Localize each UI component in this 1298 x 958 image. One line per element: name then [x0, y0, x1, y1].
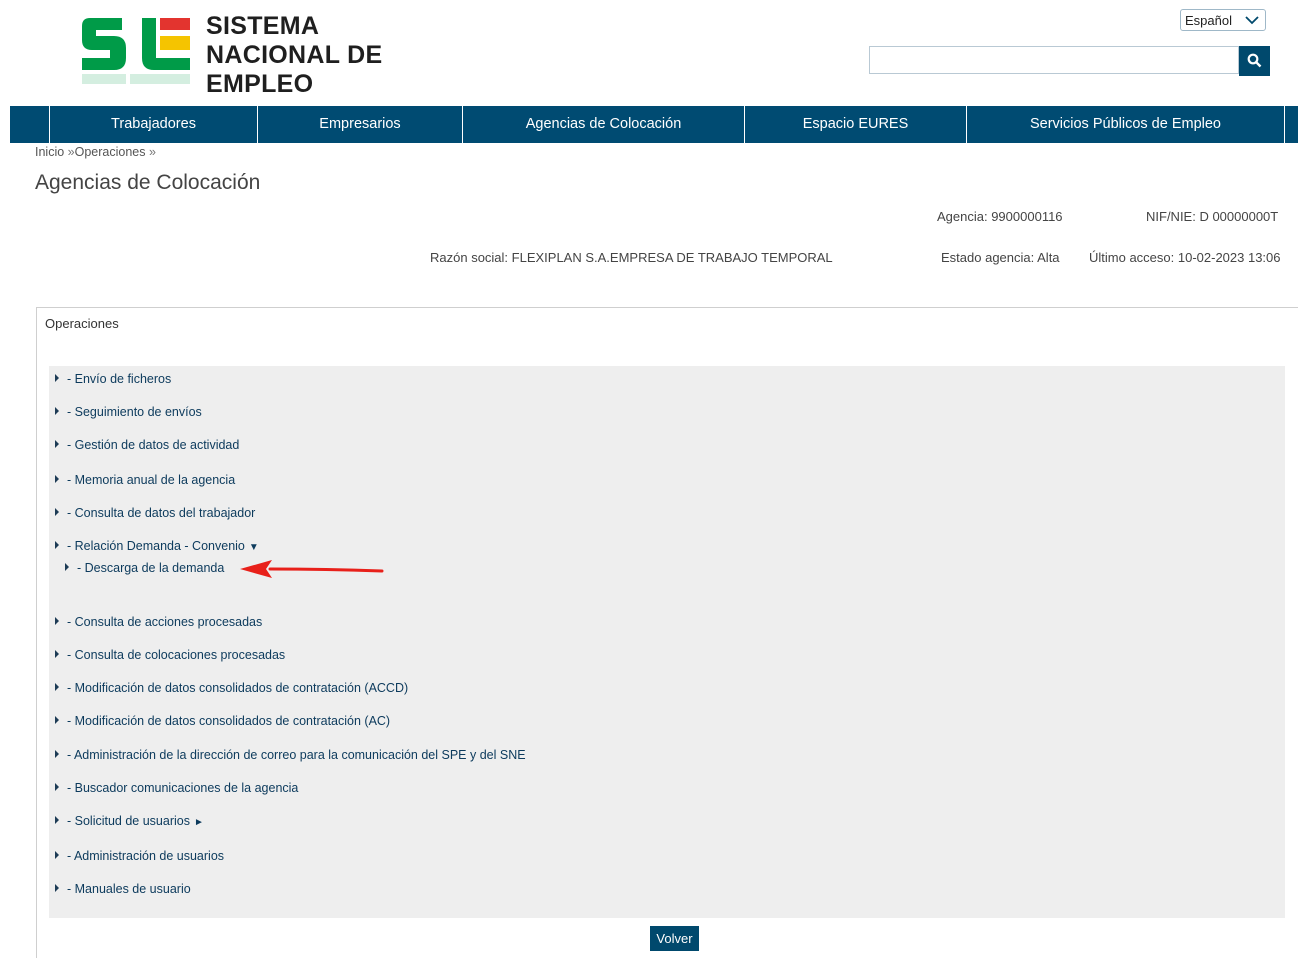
- breadcrumb-operaciones[interactable]: Operaciones: [75, 145, 146, 159]
- agency-ultimo-acceso: Último acceso: 10-02-2023 13:06: [1089, 250, 1281, 265]
- agency-id: Agencia: 9900000116: [937, 209, 1063, 224]
- caret-right-icon: [55, 617, 59, 625]
- search-input[interactable]: [869, 46, 1239, 74]
- sne-logo-mark: [82, 18, 190, 70]
- breadcrumb-separator: »: [145, 145, 156, 159]
- caret-right-icon: [55, 475, 59, 483]
- sne-logo[interactable]: SISTEMA NACIONAL DE EMPLEO: [78, 12, 478, 98]
- nav-spacer: [10, 106, 50, 143]
- op-administracion-usuarios[interactable]: - Administración de usuarios: [55, 849, 224, 863]
- logo-reflection: [78, 74, 478, 96]
- nav-item-eures[interactable]: Espacio EURES: [745, 106, 967, 143]
- volver-button[interactable]: Volver: [650, 926, 699, 951]
- caret-right-icon: [55, 683, 59, 691]
- caret-right-icon: [55, 541, 59, 549]
- op-manuales-usuario[interactable]: - Manuales de usuario: [55, 882, 191, 896]
- agency-razon-social: Razón social: FLEXIPLAN S.A.EMPRESA DE T…: [430, 250, 833, 265]
- collapsed-indicator-icon: ►: [193, 817, 204, 828]
- red-arrow-annotation: [240, 560, 384, 578]
- op-relacion-demanda-convenio[interactable]: - Relación Demanda - Convenio ▼: [55, 539, 259, 553]
- caret-right-icon: [55, 750, 59, 758]
- expanded-indicator-icon: ▼: [248, 542, 259, 553]
- op-consulta-colocaciones[interactable]: - Consulta de colocaciones procesadas: [55, 648, 285, 662]
- agency-estado: Estado agencia: Alta: [941, 250, 1060, 265]
- op-solicitud-usuarios[interactable]: - Solicitud de usuarios ►: [55, 814, 204, 828]
- op-consulta-acciones-procesadas[interactable]: - Consulta de acciones procesadas: [55, 615, 262, 629]
- op-buscador-comunicaciones[interactable]: - Buscador comunicaciones de la agencia: [55, 781, 298, 795]
- nav-item-agencias[interactable]: Agencias de Colocación: [463, 106, 745, 143]
- nav-item-servicios-publicos[interactable]: Servicios Públicos de Empleo: [967, 106, 1285, 143]
- main-nav: Trabajadores Empresarios Agencias de Col…: [10, 106, 1298, 143]
- language-selected: Español: [1185, 13, 1232, 28]
- operations-list: - Envío de ficheros - Seguimiento de env…: [49, 366, 1285, 918]
- caret-right-icon: [55, 783, 59, 791]
- caret-right-icon: [55, 407, 59, 415]
- breadcrumb-home[interactable]: Inicio: [35, 145, 64, 159]
- caret-right-icon: [55, 440, 59, 448]
- caret-right-icon: [55, 508, 59, 516]
- nav-item-empresarios[interactable]: Empresarios: [258, 106, 463, 143]
- caret-right-icon: [65, 563, 69, 571]
- operations-title: Operaciones: [45, 316, 119, 331]
- caret-right-icon: [55, 884, 59, 892]
- op-gestion-datos-actividad[interactable]: - Gestión de datos de actividad: [55, 438, 239, 452]
- op-modificacion-ac[interactable]: - Modificación de datos consolidados de …: [55, 714, 390, 728]
- page-title: Agencias de Colocación: [35, 171, 261, 194]
- nav-item-trabajadores[interactable]: Trabajadores: [50, 106, 258, 143]
- language-select[interactable]: Español: [1180, 9, 1266, 31]
- breadcrumb-separator: »: [64, 145, 75, 159]
- caret-right-icon: [55, 374, 59, 382]
- caret-right-icon: [55, 716, 59, 724]
- op-administracion-correo[interactable]: - Administración de la dirección de corr…: [55, 748, 526, 762]
- op-modificacion-accd[interactable]: - Modificación de datos consolidados de …: [55, 681, 408, 695]
- search-icon: [1247, 53, 1262, 68]
- op-seguimiento-envios[interactable]: - Seguimiento de envíos: [55, 405, 202, 419]
- operations-panel: Operaciones - Envío de ficheros - Seguim…: [36, 307, 1298, 958]
- search-button[interactable]: [1239, 46, 1270, 76]
- op-descarga-demanda[interactable]: - Descarga de la demanda: [65, 561, 224, 575]
- logo-line-1: SISTEMA: [206, 12, 320, 40]
- caret-right-icon: [55, 816, 59, 824]
- chevron-down-icon: [1245, 16, 1259, 25]
- op-memoria-anual[interactable]: - Memoria anual de la agencia: [55, 473, 235, 487]
- op-envio-ficheros[interactable]: - Envío de ficheros: [55, 372, 171, 386]
- breadcrumb: Inicio »Operaciones »: [35, 145, 156, 159]
- caret-right-icon: [55, 851, 59, 859]
- agency-nif: NIF/NIE: D 00000000T: [1146, 209, 1279, 224]
- caret-right-icon: [55, 650, 59, 658]
- op-consulta-datos-trabajador[interactable]: - Consulta de datos del trabajador: [55, 506, 255, 520]
